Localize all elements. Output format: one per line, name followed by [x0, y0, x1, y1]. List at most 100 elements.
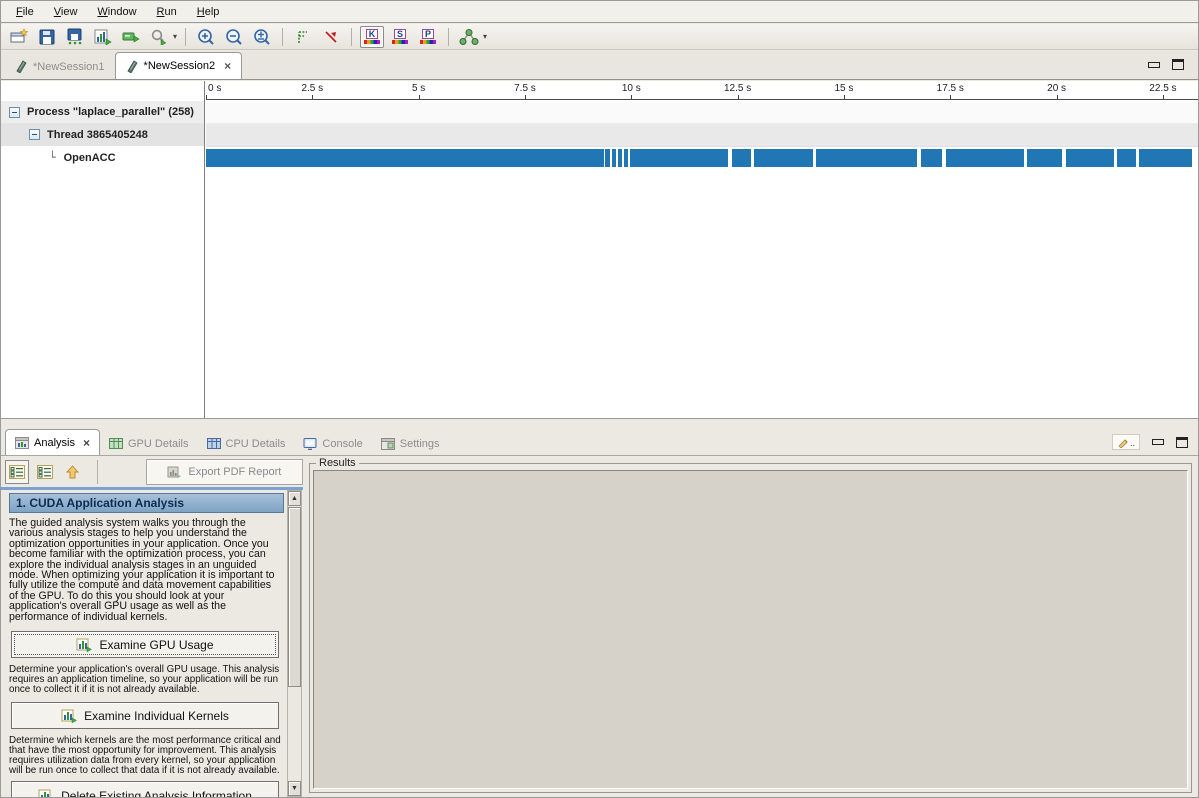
tree-row-process[interactable]: Process "laplace_parallel" (258) — [1, 101, 204, 123]
tab-settings[interactable]: Settings — [372, 432, 449, 455]
run-analysis-icon[interactable] — [119, 26, 143, 48]
up-level-icon[interactable] — [61, 460, 85, 484]
openacc-bar-row — [206, 149, 1198, 167]
analysis-scrollbar[interactable]: ▲ ▼ — [287, 490, 302, 797]
gpu-usage-description: Determine your application's overall GPU… — [9, 665, 285, 695]
ruler-tick-label: 5 s — [412, 83, 425, 94]
ruler-tick-label: 0 s — [208, 83, 221, 94]
unguided-analysis-icon[interactable] — [33, 460, 57, 484]
ruler-tick-mark — [844, 95, 845, 99]
tree-label: Process "laplace_parallel" (258) — [27, 106, 194, 118]
export-pdf-button[interactable]: Export PDF Report — [146, 459, 303, 485]
search-run-icon[interactable] — [147, 26, 171, 48]
tab-analysis[interactable]: Analysis × — [5, 429, 100, 455]
tab-console[interactable]: Console — [294, 432, 371, 455]
new-session-icon[interactable] — [7, 26, 31, 48]
analysis-icon — [15, 437, 29, 449]
openacc-interval-bar[interactable] — [1066, 149, 1114, 167]
tree-row-openacc[interactable]: └ OpenACC — [1, 146, 204, 169]
ruler-tick-mark — [1163, 95, 1164, 99]
openacc-interval-bar[interactable] — [921, 149, 942, 167]
nvvp-window: File View Window Run Help ▾ — [0, 0, 1199, 798]
view-menu-pencil-icon[interactable]: .. — [1112, 434, 1140, 450]
zoom-fit-icon[interactable] — [250, 26, 274, 48]
maximize-icon[interactable] — [1176, 437, 1188, 448]
mark-range-icon[interactable] — [291, 26, 315, 48]
scroll-thumb[interactable] — [288, 507, 301, 687]
openacc-interval-bar[interactable] — [624, 149, 628, 167]
button-label: Delete Existing Analysis Information — [61, 789, 252, 797]
ruler-tick-label: 17.5 s — [937, 83, 964, 94]
save-all-icon[interactable] — [63, 26, 87, 48]
scroll-down-icon[interactable]: ▼ — [288, 781, 301, 796]
close-icon[interactable]: × — [224, 59, 231, 73]
export-pdf-icon — [167, 466, 182, 478]
menu-run[interactable]: Run — [148, 3, 186, 21]
generate-timeline-icon[interactable] — [91, 26, 115, 48]
console-icon — [303, 438, 317, 450]
tree-row-thread[interactable]: Thread 3865405248 — [1, 123, 204, 146]
scroll-up-icon[interactable]: ▲ — [288, 491, 301, 506]
timeline-tree: Process "laplace_parallel" (258) Thread … — [1, 81, 205, 418]
collapse-icon[interactable] — [9, 107, 20, 118]
maximize-icon[interactable] — [1172, 59, 1184, 70]
minimize-icon[interactable] — [1148, 62, 1160, 68]
ruler-tick-label: 22.5 s — [1149, 83, 1176, 94]
openacc-interval-bar[interactable] — [206, 149, 604, 167]
openacc-interval-bar[interactable] — [630, 149, 728, 167]
session-tab-bar: *NewSession1 *NewSession2 × — [1, 51, 1198, 80]
tab-newsession1[interactable]: *NewSession1 — [5, 54, 115, 79]
zoom-in-icon[interactable] — [194, 26, 218, 48]
examine-kernels-button[interactable]: Examine Individual Kernels — [11, 702, 279, 729]
openacc-interval-bar[interactable] — [605, 149, 610, 167]
mark-flag-icon[interactable] — [319, 26, 343, 48]
guided-analysis-icon[interactable] — [5, 460, 29, 484]
delete-analysis-button[interactable]: Delete Existing Analysis Information — [11, 781, 279, 797]
ruler-tick-label: 15 s — [834, 83, 853, 94]
horizontal-sash[interactable] — [1, 420, 1198, 429]
cpu-details-icon — [207, 438, 221, 449]
process-colors-icon[interactable]: P — [416, 26, 440, 48]
tab-gpu-details[interactable]: GPU Details — [100, 432, 198, 455]
openacc-interval-bar[interactable] — [618, 149, 622, 167]
tab-newsession2[interactable]: *NewSession2 × — [115, 52, 243, 79]
ruler-tick-label: 10 s — [622, 83, 641, 94]
bottom-content: Export PDF Report 1. CUDA Application An… — [1, 457, 1198, 797]
tab-label: Console — [322, 438, 362, 450]
chart-icon — [38, 789, 54, 797]
tab-cpu-details[interactable]: CPU Details — [198, 432, 295, 455]
analysis-tree-icon[interactable] — [457, 26, 481, 48]
thread-row-track[interactable] — [206, 124, 1198, 147]
stream-colors-icon[interactable]: S — [388, 26, 412, 48]
close-icon[interactable]: × — [83, 436, 90, 450]
ruler-tick-mark — [419, 95, 420, 99]
collapse-icon[interactable] — [29, 129, 40, 140]
openacc-interval-bar[interactable] — [946, 149, 1024, 167]
tab-label: CPU Details — [226, 438, 286, 450]
menu-view[interactable]: View — [45, 3, 87, 21]
examine-gpu-usage-button[interactable]: Examine GPU Usage — [11, 631, 279, 658]
openacc-interval-bar[interactable] — [754, 149, 813, 167]
openacc-interval-bar[interactable] — [1027, 149, 1062, 167]
zoom-out-icon[interactable] — [222, 26, 246, 48]
results-label: Results — [316, 457, 359, 469]
menu-bar: File View Window Run Help — [1, 1, 1198, 23]
search-dropdown-caret[interactable]: ▾ — [173, 32, 177, 41]
openacc-interval-bar[interactable] — [816, 149, 917, 167]
menu-window[interactable]: Window — [88, 3, 145, 21]
button-label: Examine GPU Usage — [99, 638, 213, 652]
process-row-track[interactable] — [206, 102, 1198, 124]
save-session-icon[interactable] — [35, 26, 59, 48]
openacc-interval-bar[interactable] — [732, 149, 751, 167]
analysis-dropdown-caret[interactable]: ▾ — [483, 32, 487, 41]
tab-label: GPU Details — [128, 438, 189, 450]
openacc-interval-bar[interactable] — [612, 149, 616, 167]
minimize-icon[interactable] — [1152, 439, 1164, 445]
kernel-colors-icon[interactable]: K — [360, 26, 384, 48]
menu-help[interactable]: Help — [188, 3, 229, 21]
tree-elbow-icon: └ — [49, 151, 56, 164]
openacc-interval-bar[interactable] — [1139, 149, 1192, 167]
openacc-interval-bar[interactable] — [1117, 149, 1136, 167]
menu-file[interactable]: File — [7, 3, 43, 21]
ruler-tick-label: 12.5 s — [724, 83, 751, 94]
